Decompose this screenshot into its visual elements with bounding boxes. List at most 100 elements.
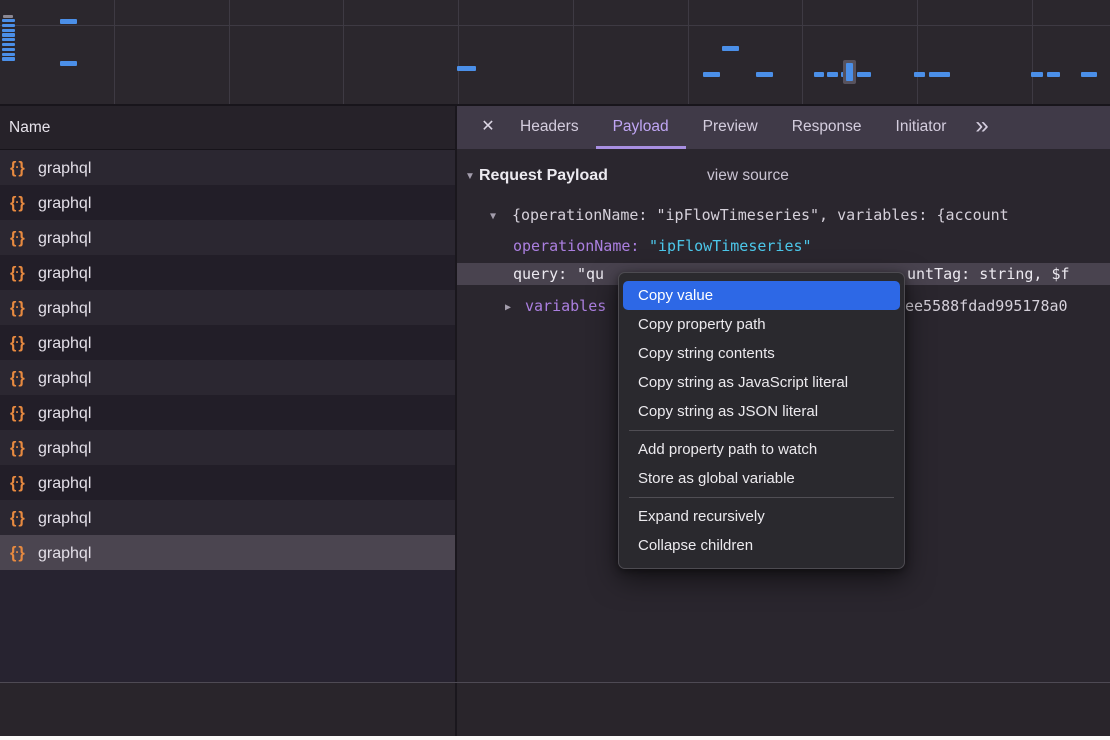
more-tabs-chevron-icon[interactable]: » — [967, 106, 996, 149]
tab-headers[interactable]: Headers — [503, 106, 596, 149]
waterfall-bar — [60, 19, 77, 24]
waterfall-bar — [827, 72, 838, 77]
close-icon[interactable]: ✕ — [473, 106, 503, 149]
timeline-gridline — [458, 0, 459, 104]
request-row[interactable]: {·}graphql — [0, 220, 455, 255]
waterfall-bar — [2, 53, 15, 56]
payload-root-preview: {operationName: "ipFlowTimeseries", vari… — [512, 204, 1009, 226]
request-name: graphql — [38, 370, 91, 387]
waterfall-bar — [756, 72, 773, 77]
request-payload-section-row: ▼ Request Payload view source — [457, 165, 1110, 187]
page-background-edge — [0, 736, 1110, 740]
waterfall-bar — [2, 29, 15, 32]
request-row[interactable]: {·}graphql — [0, 535, 455, 570]
view-source-link[interactable]: view source — [707, 165, 789, 187]
waterfall-bar — [857, 72, 871, 77]
devtools-network-panel: Name {·}graphql{·}graphql{·}graphql{·}gr… — [0, 0, 1110, 736]
json-braces-icon: {·} — [10, 395, 36, 431]
menu-item-collapse-children[interactable]: Collapse children — [623, 531, 900, 560]
request-name: graphql — [38, 230, 91, 247]
timeline-gridline — [573, 0, 574, 104]
timeline-gridline — [0, 25, 1110, 26]
request-row[interactable]: {·}graphql — [0, 150, 455, 185]
menu-item-add-property-path-to-watch[interactable]: Add property path to watch — [623, 435, 900, 464]
request-name: graphql — [38, 405, 91, 422]
details-tabbar: ✕ HeadersPayloadPreviewResponseInitiator… — [457, 106, 1110, 150]
waterfall-bar — [929, 72, 950, 77]
timeline-gridline — [802, 0, 803, 104]
request-list: {·}graphql{·}graphql{·}graphql{·}graphql… — [0, 150, 455, 682]
tab-payload[interactable]: Payload — [596, 106, 686, 149]
request-name: graphql — [38, 300, 91, 317]
summary-bar-divider — [0, 682, 1110, 683]
request-row[interactable]: {·}graphql — [0, 430, 455, 465]
request-row[interactable]: {·}graphql — [0, 290, 455, 325]
timeline-gridline — [343, 0, 344, 104]
menu-item-expand-recursively[interactable]: Expand recursively — [623, 502, 900, 531]
tab-response[interactable]: Response — [775, 106, 879, 149]
property-value-fragment: ee5588fdad995178a0 — [905, 295, 1068, 317]
waterfall-bar — [703, 72, 720, 77]
menu-separator — [629, 497, 894, 498]
json-braces-icon: {·} — [10, 535, 36, 571]
request-name: graphql — [38, 265, 91, 282]
request-row[interactable]: {·}graphql — [0, 500, 455, 535]
waterfall-bar — [1047, 72, 1060, 77]
request-row[interactable]: {·}graphql — [0, 325, 455, 360]
waterfall-bar — [814, 72, 824, 77]
menu-item-store-as-global-variable[interactable]: Store as global variable — [623, 464, 900, 493]
tab-preview[interactable]: Preview — [686, 106, 775, 149]
waterfall-bar — [457, 66, 476, 71]
json-braces-icon: {·} — [10, 185, 36, 221]
name-column-header[interactable]: Name — [0, 106, 455, 150]
timeline-gridline — [917, 0, 918, 104]
waterfall-bar — [1081, 72, 1097, 77]
tab-initiator[interactable]: Initiator — [879, 106, 964, 149]
property-key: operationName: — [513, 235, 639, 257]
json-braces-icon: {·} — [10, 465, 36, 501]
waterfall-bar — [722, 46, 739, 51]
section-title: Request Payload — [479, 165, 608, 187]
json-braces-icon: {·} — [10, 220, 36, 256]
request-name: graphql — [38, 475, 91, 492]
network-overview-timeline[interactable] — [0, 0, 1110, 106]
request-name: graphql — [38, 160, 91, 177]
property-key: query: — [513, 263, 567, 285]
payload-operation-name-row[interactable]: operationName: "ipFlowTimeseries" — [457, 235, 1110, 257]
name-column-label: Name — [0, 119, 50, 136]
property-value: "ipFlowTimeseries" — [649, 235, 812, 257]
collapse-triangle-icon[interactable]: ▼ — [465, 165, 475, 187]
timeline-gridline — [114, 0, 115, 104]
request-row[interactable]: {·}graphql — [0, 185, 455, 220]
json-braces-icon: {·} — [10, 150, 36, 186]
request-name: graphql — [38, 335, 91, 352]
waterfall-bar-gray — [3, 15, 13, 18]
timeline-gridline — [229, 0, 230, 104]
json-braces-icon: {·} — [10, 500, 36, 536]
waterfall-bar — [2, 38, 15, 41]
collapse-triangle-icon[interactable]: ▼ — [490, 204, 496, 226]
request-name: graphql — [38, 440, 91, 457]
expand-triangle-icon[interactable]: ▶ — [505, 295, 511, 317]
request-name: graphql — [38, 195, 91, 212]
waterfall-bar — [2, 24, 15, 27]
tabs-container: HeadersPayloadPreviewResponseInitiator — [503, 106, 963, 149]
request-row[interactable]: {·}graphql — [0, 360, 455, 395]
menu-item-copy-property-path[interactable]: Copy property path — [623, 310, 900, 339]
menu-item-copy-value[interactable]: Copy value — [623, 281, 900, 310]
waterfall-bar — [846, 63, 853, 81]
request-name: graphql — [38, 545, 91, 562]
request-row[interactable]: {·}graphql — [0, 465, 455, 500]
json-braces-icon: {·} — [10, 325, 36, 361]
menu-separator — [629, 430, 894, 431]
waterfall-bar — [2, 19, 15, 22]
menu-item-copy-string-as-json-literal[interactable]: Copy string as JSON literal — [623, 397, 900, 426]
menu-item-copy-string-contents[interactable]: Copy string contents — [623, 339, 900, 368]
request-row[interactable]: {·}graphql — [0, 255, 455, 290]
menu-item-copy-string-as-javascript-literal[interactable]: Copy string as JavaScript literal — [623, 368, 900, 397]
payload-root-row[interactable]: ▼ {operationName: "ipFlowTimeseries", va… — [457, 204, 1110, 226]
property-key: variables — [525, 295, 606, 317]
waterfall-bar — [2, 48, 15, 51]
timeline-gridline — [1032, 0, 1033, 104]
request-row[interactable]: {·}graphql — [0, 395, 455, 430]
